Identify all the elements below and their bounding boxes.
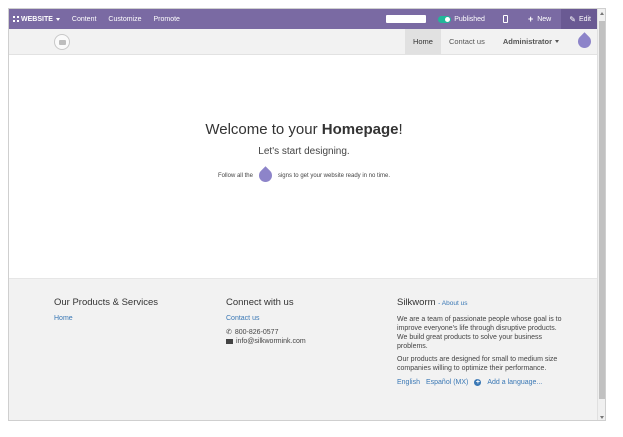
nav-menu: Home Contact us Administrator <box>404 29 599 54</box>
vertical-scrollbar[interactable] <box>597 9 605 420</box>
nav-item-home[interactable]: Home <box>404 29 441 54</box>
footer-contact-link[interactable]: Contact us <box>226 315 376 322</box>
site-navbar: Home Contact us Administrator <box>9 29 599 55</box>
scroll-up-icon[interactable] <box>600 12 604 15</box>
plus-circle-icon: + <box>474 379 482 386</box>
site-footer: Our Products & Services Home Connect wit… <box>9 278 599 420</box>
pencil-icon: ✎ <box>569 14 576 24</box>
products-heading: Our Products & Services <box>54 297 159 308</box>
welcome-suffix: ! <box>398 121 403 138</box>
customize-menu[interactable]: Customize <box>102 9 147 29</box>
email-line: info@silkwormink.com <box>226 338 376 345</box>
footer-home-link[interactable]: Home <box>54 315 204 322</box>
main-content: Welcome to your Homepage! Let's start de… <box>9 56 599 278</box>
mobile-preview-icon[interactable] <box>502 15 508 23</box>
company-heading: Silkworm - About us <box>397 297 567 308</box>
phone-icon: ✆ <box>226 329 232 336</box>
apps-grid-icon <box>13 16 19 22</box>
toggle-switch-icon <box>438 15 452 23</box>
welcome-prefix: Welcome to your <box>205 121 322 138</box>
website-menu-label: WEBSITE <box>21 15 53 23</box>
about-paragraph-1: We are a team of passionate people whose… <box>397 316 562 350</box>
edit-button-label: Edit <box>578 15 591 23</box>
about-us-link[interactable]: - About us <box>438 300 467 307</box>
tour-drop-button[interactable] <box>569 29 599 54</box>
phone-line: ✆ 800-826-0577 <box>226 328 376 337</box>
footer-col-connect: Connect with us Contact us ✆ 800-826-057… <box>226 297 376 347</box>
drop-icon <box>256 166 275 185</box>
add-language-button[interactable]: + Add a language... <box>474 379 548 386</box>
welcome-bold: Homepage <box>321 121 399 138</box>
language-english[interactable]: English <box>397 379 420 386</box>
add-language-label: Add a language... <box>487 379 543 386</box>
nav-item-contact-us[interactable]: Contact us <box>441 29 493 54</box>
welcome-subtitle: Let's start designing. <box>258 146 350 157</box>
company-name: Silkworm <box>397 297 436 308</box>
drop-icon <box>574 32 594 51</box>
published-label: Published <box>454 15 485 23</box>
follow-prefix: Follow all the <box>217 172 253 179</box>
admin-menu[interactable]: Administrator <box>493 29 569 54</box>
new-button-label: New <box>537 15 552 23</box>
connect-heading: Connect with us <box>226 297 294 308</box>
language-spanish-mx[interactable]: Español (MX) <box>426 379 468 386</box>
editor-topbar: WEBSITE Content Customize Promote Publis… <box>9 9 599 29</box>
welcome-heading: Welcome to your Homepage! <box>9 121 599 138</box>
website-menu[interactable]: WEBSITE <box>9 9 66 29</box>
footer-col-about: Silkworm - About us We are a team of pas… <box>397 297 567 386</box>
chevron-down-icon <box>555 40 559 43</box>
about-paragraph-2: Our products are designed for small to m… <box>397 356 558 372</box>
footer-col-products: Our Products & Services Home <box>54 297 204 328</box>
follow-signs-text: Follow all the signs to get your website… <box>9 166 599 185</box>
phone-number: 800-826-0577 <box>234 328 279 336</box>
browser-page: WEBSITE Content Customize Promote Publis… <box>8 8 606 421</box>
site-logo[interactable] <box>54 34 70 50</box>
camera-icon <box>58 39 66 45</box>
search-input[interactable] <box>386 15 427 23</box>
scroll-down-icon[interactable] <box>600 416 604 419</box>
scroll-thumb[interactable] <box>599 21 605 399</box>
plus-icon: + <box>527 14 534 24</box>
content-menu[interactable]: Content <box>66 9 103 29</box>
language-selector: English Español (MX) + Add a language... <box>397 379 567 386</box>
edit-button[interactable]: ✎ Edit <box>561 9 599 29</box>
admin-menu-label: Administrator <box>502 37 552 46</box>
promote-menu[interactable]: Promote <box>148 9 186 29</box>
envelope-icon <box>226 339 233 344</box>
email-address[interactable]: info@silkwormink.com <box>236 338 306 345</box>
publish-toggle[interactable]: Published <box>438 15 493 23</box>
chevron-down-icon <box>55 17 60 21</box>
new-button[interactable]: + New <box>518 14 561 24</box>
follow-suffix: signs to get your website ready in no ti… <box>277 172 391 179</box>
